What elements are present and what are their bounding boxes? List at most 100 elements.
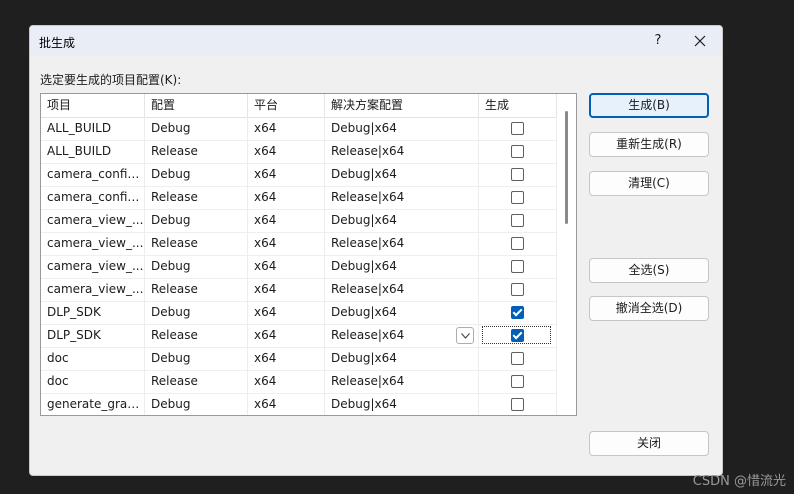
platform-cell: x64 bbox=[248, 209, 325, 232]
platform-cell: x64 bbox=[248, 163, 325, 186]
column-header-build[interactable]: 生成 bbox=[479, 94, 557, 117]
platform-cell: x64 bbox=[248, 324, 325, 347]
config-cell[interactable]: Release bbox=[145, 186, 248, 209]
solution-config-cell: Debug|x64 bbox=[325, 117, 479, 140]
build-cell bbox=[479, 393, 557, 415]
scrollbar-thumb[interactable] bbox=[565, 111, 568, 224]
table-row[interactable]: camera_view_... Release x64 Release|x64 bbox=[41, 278, 557, 302]
build-checkbox[interactable] bbox=[511, 352, 524, 365]
config-cell[interactable]: Debug bbox=[145, 209, 248, 232]
project-cell: generate_gray... bbox=[41, 393, 145, 415]
column-header-platform[interactable]: 平台 bbox=[248, 94, 325, 117]
config-cell[interactable]: Debug bbox=[145, 255, 248, 278]
column-header-config[interactable]: 配置 bbox=[145, 94, 248, 117]
build-cell bbox=[479, 186, 557, 209]
build-checkbox[interactable] bbox=[511, 237, 524, 250]
build-cell bbox=[479, 209, 557, 232]
solution-config-cell: Release|x64 bbox=[325, 232, 479, 255]
build-cell bbox=[479, 232, 557, 255]
build-checkbox[interactable] bbox=[511, 214, 524, 227]
table-row[interactable]: DLP_SDK Release x64 Release|x64 bbox=[41, 324, 557, 348]
solution-config-cell: Debug|x64 bbox=[325, 255, 479, 278]
config-cell[interactable]: Release bbox=[145, 370, 248, 393]
solution-config-cell: Release|x64 bbox=[325, 140, 479, 163]
project-cell: camera_view_... bbox=[41, 209, 145, 232]
build-button[interactable]: 生成(B) bbox=[589, 93, 709, 118]
platform-cell: x64 bbox=[248, 255, 325, 278]
solution-config-cell: Release|x64 bbox=[325, 278, 479, 301]
table-row[interactable]: generate_gray... Debug x64 Debug|x64 bbox=[41, 393, 557, 415]
batch-build-dialog: 批生成 ? 选定要生成的项目配置(K): 项目 配置 平台 解决方案配置 生成 … bbox=[29, 25, 723, 476]
build-cell bbox=[479, 347, 557, 370]
solution-config-cell: Release|x64 bbox=[325, 370, 479, 393]
config-cell[interactable]: Debug bbox=[145, 347, 248, 370]
project-list-label: 选定要生成的项目配置(K): bbox=[40, 73, 182, 87]
config-cell[interactable]: Release bbox=[145, 324, 248, 347]
project-cell: DLP_SDK bbox=[41, 324, 145, 347]
solution-config-cell: Debug|x64 bbox=[325, 163, 479, 186]
list-header: 项目 配置 平台 解决方案配置 生成 bbox=[41, 94, 557, 118]
platform-cell: x64 bbox=[248, 186, 325, 209]
table-row[interactable]: camera_view_... Debug x64 Debug|x64 bbox=[41, 255, 557, 279]
config-cell[interactable]: Release bbox=[145, 278, 248, 301]
build-cell bbox=[479, 117, 557, 140]
table-row[interactable]: DLP_SDK Debug x64 Debug|x64 bbox=[41, 301, 557, 325]
clean-button[interactable]: 清理(C) bbox=[589, 171, 709, 196]
project-config-list[interactable]: 项目 配置 平台 解决方案配置 生成 ALL_BUILD Debug x64 Debu… bbox=[40, 93, 577, 416]
vertical-scrollbar[interactable] bbox=[557, 94, 576, 415]
build-cell bbox=[479, 301, 557, 324]
config-cell[interactable]: Debug bbox=[145, 393, 248, 415]
config-cell[interactable]: Release bbox=[145, 232, 248, 255]
solution-config-cell: Debug|x64 bbox=[325, 301, 479, 324]
platform-cell: x64 bbox=[248, 232, 325, 255]
table-row[interactable]: ALL_BUILD Release x64 Release|x64 bbox=[41, 140, 557, 164]
build-checkbox[interactable] bbox=[511, 122, 524, 135]
platform-cell: x64 bbox=[248, 301, 325, 324]
build-checkbox[interactable] bbox=[511, 191, 524, 204]
build-checkbox[interactable] bbox=[511, 375, 524, 388]
solution-config-cell: Debug|x64 bbox=[325, 347, 479, 370]
build-cell bbox=[479, 370, 557, 393]
build-cell bbox=[479, 163, 557, 186]
table-row[interactable]: doc Debug x64 Debug|x64 bbox=[41, 347, 557, 371]
solution-config-cell: Debug|x64 bbox=[325, 209, 479, 232]
build-checkbox[interactable] bbox=[511, 398, 524, 411]
column-header-project[interactable]: 项目 bbox=[41, 94, 145, 117]
focus-indicator bbox=[482, 326, 551, 344]
config-cell[interactable]: Release bbox=[145, 140, 248, 163]
column-header-solution-config[interactable]: 解决方案配置 bbox=[325, 94, 479, 117]
project-cell: ALL_BUILD bbox=[41, 140, 145, 163]
config-cell[interactable]: Debug bbox=[145, 301, 248, 324]
build-cell bbox=[479, 140, 557, 163]
close-icon[interactable] bbox=[682, 29, 718, 53]
table-row[interactable]: doc Release x64 Release|x64 bbox=[41, 370, 557, 394]
watermark: CSDN @惜流光 bbox=[692, 474, 786, 489]
close-button[interactable]: 关闭 bbox=[589, 431, 709, 456]
project-cell: DLP_SDK bbox=[41, 301, 145, 324]
table-row[interactable]: camera_config... Debug x64 Debug|x64 bbox=[41, 163, 557, 187]
deselect-all-button[interactable]: 撤消全选(D) bbox=[589, 296, 709, 321]
build-checkbox[interactable] bbox=[511, 260, 524, 273]
table-row[interactable]: camera_view_... Debug x64 Debug|x64 bbox=[41, 209, 557, 233]
project-cell: camera_view_... bbox=[41, 278, 145, 301]
project-cell: camera_view_... bbox=[41, 255, 145, 278]
table-row[interactable]: camera_config... Release x64 Release|x64 bbox=[41, 186, 557, 210]
table-row[interactable]: ALL_BUILD Debug x64 Debug|x64 bbox=[41, 117, 557, 141]
table-row[interactable]: camera_view_... Release x64 Release|x64 bbox=[41, 232, 557, 256]
chevron-down-icon[interactable] bbox=[456, 327, 474, 344]
config-cell[interactable]: Debug bbox=[145, 117, 248, 140]
build-checkbox[interactable] bbox=[511, 145, 524, 158]
config-cell[interactable]: Debug bbox=[145, 163, 248, 186]
project-cell: doc bbox=[41, 370, 145, 393]
platform-cell: x64 bbox=[248, 370, 325, 393]
build-checkbox[interactable] bbox=[511, 168, 524, 181]
build-cell bbox=[479, 278, 557, 301]
solution-config-cell: Debug|x64 bbox=[325, 393, 479, 415]
platform-cell: x64 bbox=[248, 393, 325, 415]
build-checkbox[interactable] bbox=[511, 306, 524, 319]
build-checkbox[interactable] bbox=[511, 283, 524, 296]
select-all-button[interactable]: 全选(S) bbox=[589, 258, 709, 283]
help-button[interactable]: ? bbox=[640, 29, 676, 53]
rebuild-button[interactable]: 重新生成(R) bbox=[589, 132, 709, 157]
platform-cell: x64 bbox=[248, 117, 325, 140]
